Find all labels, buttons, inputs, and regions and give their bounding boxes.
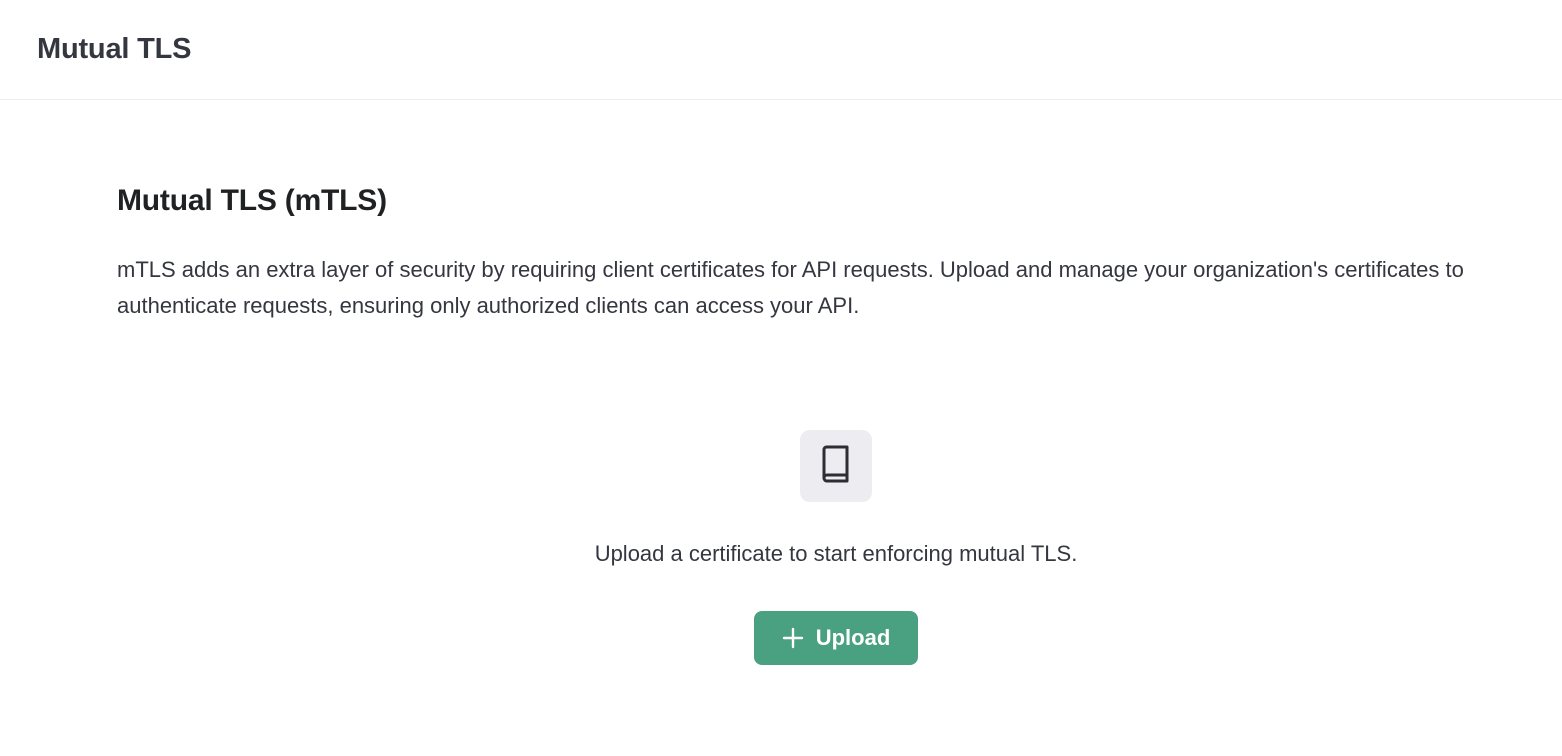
top-bar: Mutual TLS	[0, 0, 1562, 100]
upload-button[interactable]: Upload	[754, 611, 918, 665]
empty-state: Upload a certificate to start enforcing …	[0, 430, 1562, 670]
empty-state-message: Upload a certificate to start enforcing …	[594, 541, 1078, 566]
plus-icon	[782, 627, 804, 649]
upload-button-label: Upload	[815, 625, 891, 650]
empty-state-icon-box	[800, 430, 872, 502]
book-icon	[819, 445, 853, 488]
section-heading: Mutual TLS (mTLS)	[117, 184, 387, 217]
page-title: Mutual TLS	[37, 33, 192, 65]
section-description: mTLS adds an extra layer of security by …	[117, 257, 1464, 318]
